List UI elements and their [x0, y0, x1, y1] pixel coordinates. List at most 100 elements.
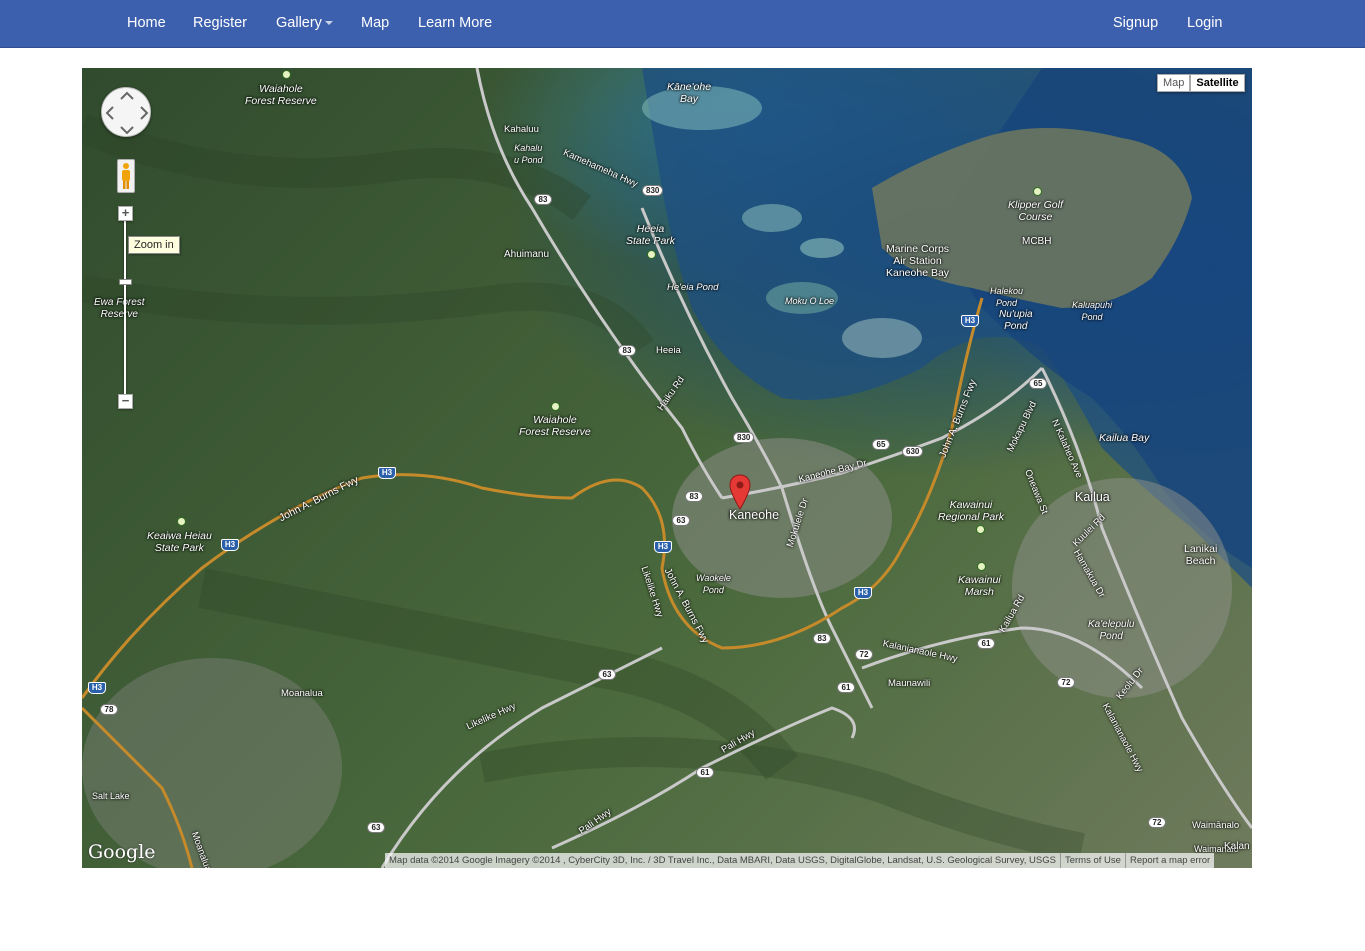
label-kawainui-park: Kawainui Regional Park: [938, 499, 1004, 523]
label-heeia-pond: He'eia Pond: [667, 282, 719, 293]
route-shield: 830: [733, 432, 755, 443]
label-heeia-state-park: Heeia State Park: [626, 223, 675, 247]
caret-down-icon: [324, 21, 333, 26]
nav-register-link[interactable]: Register: [193, 0, 247, 47]
golf-icon: [1033, 187, 1042, 196]
map-type-control: Map Satellite: [1157, 74, 1245, 92]
nav-learn-more-link[interactable]: Learn More: [418, 0, 492, 47]
label-text: Kaluapuhi Pond: [1072, 300, 1113, 322]
interstate-shield: H3: [854, 587, 872, 599]
route-shield: 83: [618, 345, 636, 356]
route-shield: 63: [672, 515, 690, 526]
label-text: Kahalu u Pond: [514, 143, 543, 165]
route-shield: 83: [534, 194, 552, 205]
label-salt-lake: Salt Lake: [92, 791, 130, 801]
label-text: Halekou Pond: [990, 286, 1024, 308]
label-text: Klipper Golf Course: [1008, 199, 1063, 223]
interstate-shield: H3: [654, 541, 672, 553]
route-shield: 72: [855, 649, 873, 660]
label-ahuimanu: Ahuimanu: [504, 249, 550, 260]
interstate-shield: H3: [378, 467, 396, 479]
nav-signup-link[interactable]: Signup: [1113, 0, 1158, 47]
zoom-in-button[interactable]: +: [118, 206, 133, 221]
label-maunawili: Maunawili: [888, 678, 931, 689]
label-halekou: Halekou Pond: [990, 285, 1023, 309]
route-shield: 61: [837, 682, 855, 693]
label-marine-corps: Marine Corps Air Station Kaneohe Bay: [886, 243, 949, 279]
label-text: Ewa Forest Reserve: [94, 297, 145, 320]
nav-map-link[interactable]: Map: [361, 0, 389, 47]
interstate-shield: H3: [221, 539, 239, 551]
route-shield: 830: [642, 185, 664, 196]
pan-control[interactable]: [101, 87, 151, 137]
label-waiahole-north: Waiahole Forest Reserve: [245, 83, 317, 107]
zoom-out-button[interactable]: −: [118, 394, 133, 409]
route-shield: 63: [598, 669, 616, 680]
nav-login-link[interactable]: Login: [1187, 0, 1222, 47]
route-shield: 72: [1148, 817, 1166, 828]
label-text: Waokele Pond: [696, 573, 731, 595]
zoom-slider-track[interactable]: [124, 221, 126, 394]
route-shield: 83: [685, 491, 703, 502]
label-keaiwa: Keaiwa Heiau State Park: [147, 530, 212, 554]
label-text: Kawainui Regional Park: [938, 499, 1004, 523]
label-lanikai: Lanikai Beach: [1184, 543, 1217, 567]
label-kahaluu-pond: Kahalu u Pond: [514, 142, 543, 166]
interstate-shield: H3: [961, 315, 979, 327]
label-moku-o-loe: Moku O Loe: [785, 296, 835, 306]
label-text: Waiahole Forest Reserve: [519, 414, 591, 438]
park-icon: [282, 70, 291, 79]
route-shield: 630: [902, 446, 924, 457]
label-kailua: Kailua: [1075, 490, 1110, 504]
label-text: Marine Corps Air Station Kaneohe Bay: [886, 243, 950, 279]
map-marker-icon[interactable]: [729, 474, 751, 510]
label-kawainui-marsh: Kawainui Marsh: [958, 574, 1001, 598]
label-text: Nu'upia Pond: [999, 309, 1033, 332]
label-kahaluu: Kahaluu: [504, 124, 539, 135]
route-shield: 63: [367, 822, 385, 833]
pegman-icon: [122, 163, 130, 189]
map-type-satellite-button[interactable]: Satellite: [1190, 74, 1245, 92]
label-klipper: Klipper Golf Course: [1008, 199, 1063, 223]
park-icon: [976, 525, 985, 534]
route-shield: 78: [100, 704, 118, 715]
label-waokele: Waokele Pond: [696, 572, 731, 596]
satellite-map[interactable]: Waiahole Forest Reserve Kāne'ohe Bay Kah…: [82, 68, 1252, 868]
label-nuupia: Nu'upia Pond: [999, 309, 1033, 333]
google-logo[interactable]: Google: [88, 841, 156, 863]
terms-of-use-link[interactable]: Terms of Use: [1059, 853, 1125, 868]
route-shield: 83: [813, 633, 831, 644]
park-icon: [977, 562, 986, 571]
report-map-error-link[interactable]: Report a map error: [1124, 853, 1214, 868]
park-icon: [647, 250, 656, 259]
route-shield: 72: [1057, 677, 1075, 688]
label-text: Keaiwa Heiau State Park: [147, 530, 212, 554]
map-type-map-button[interactable]: Map: [1157, 74, 1191, 92]
attribution-text: Map data ©2014 Google Imagery ©2014 , Cy…: [389, 855, 1056, 866]
label-mcbh: MCBH: [1022, 236, 1052, 247]
zoom-slider-thumb[interactable]: [119, 279, 132, 285]
nav-home-link[interactable]: Home: [127, 0, 166, 47]
label-moanalua: Moanalua: [281, 688, 323, 699]
label-kalan: Kalan: [1224, 841, 1250, 852]
map-attribution: Map data ©2014 Google Imagery ©2014 , Cy…: [385, 853, 1215, 868]
label-ewa-forest: Ewa Forest Reserve: [94, 297, 145, 321]
label-waiahole-mid: Waiahole Forest Reserve: [519, 414, 591, 438]
pan-arrows-icon: [105, 91, 149, 135]
street-view-pegman[interactable]: [117, 159, 135, 193]
label-kailua-bay: Kailua Bay: [1099, 432, 1150, 444]
label-heeia: Heeia: [656, 345, 681, 356]
label-text: Waiahole Forest Reserve: [245, 83, 317, 107]
zoom-in-tooltip: Zoom in: [128, 236, 180, 254]
label-kaluapuhi: Kaluapuhi Pond: [1072, 299, 1112, 323]
route-shield: 65: [1029, 378, 1047, 389]
route-shield: 65: [872, 439, 890, 450]
nav-gallery-label: Gallery: [276, 15, 322, 31]
label-waimanalo: Waimānalo: [1192, 820, 1240, 831]
park-icon: [177, 517, 186, 526]
label-text: Heeia State Park: [626, 223, 676, 247]
route-shield: 61: [696, 767, 714, 778]
park-icon: [551, 402, 560, 411]
label-kaneohe: Kaneohe: [729, 508, 780, 522]
nav-gallery-dropdown[interactable]: Gallery: [276, 0, 333, 47]
